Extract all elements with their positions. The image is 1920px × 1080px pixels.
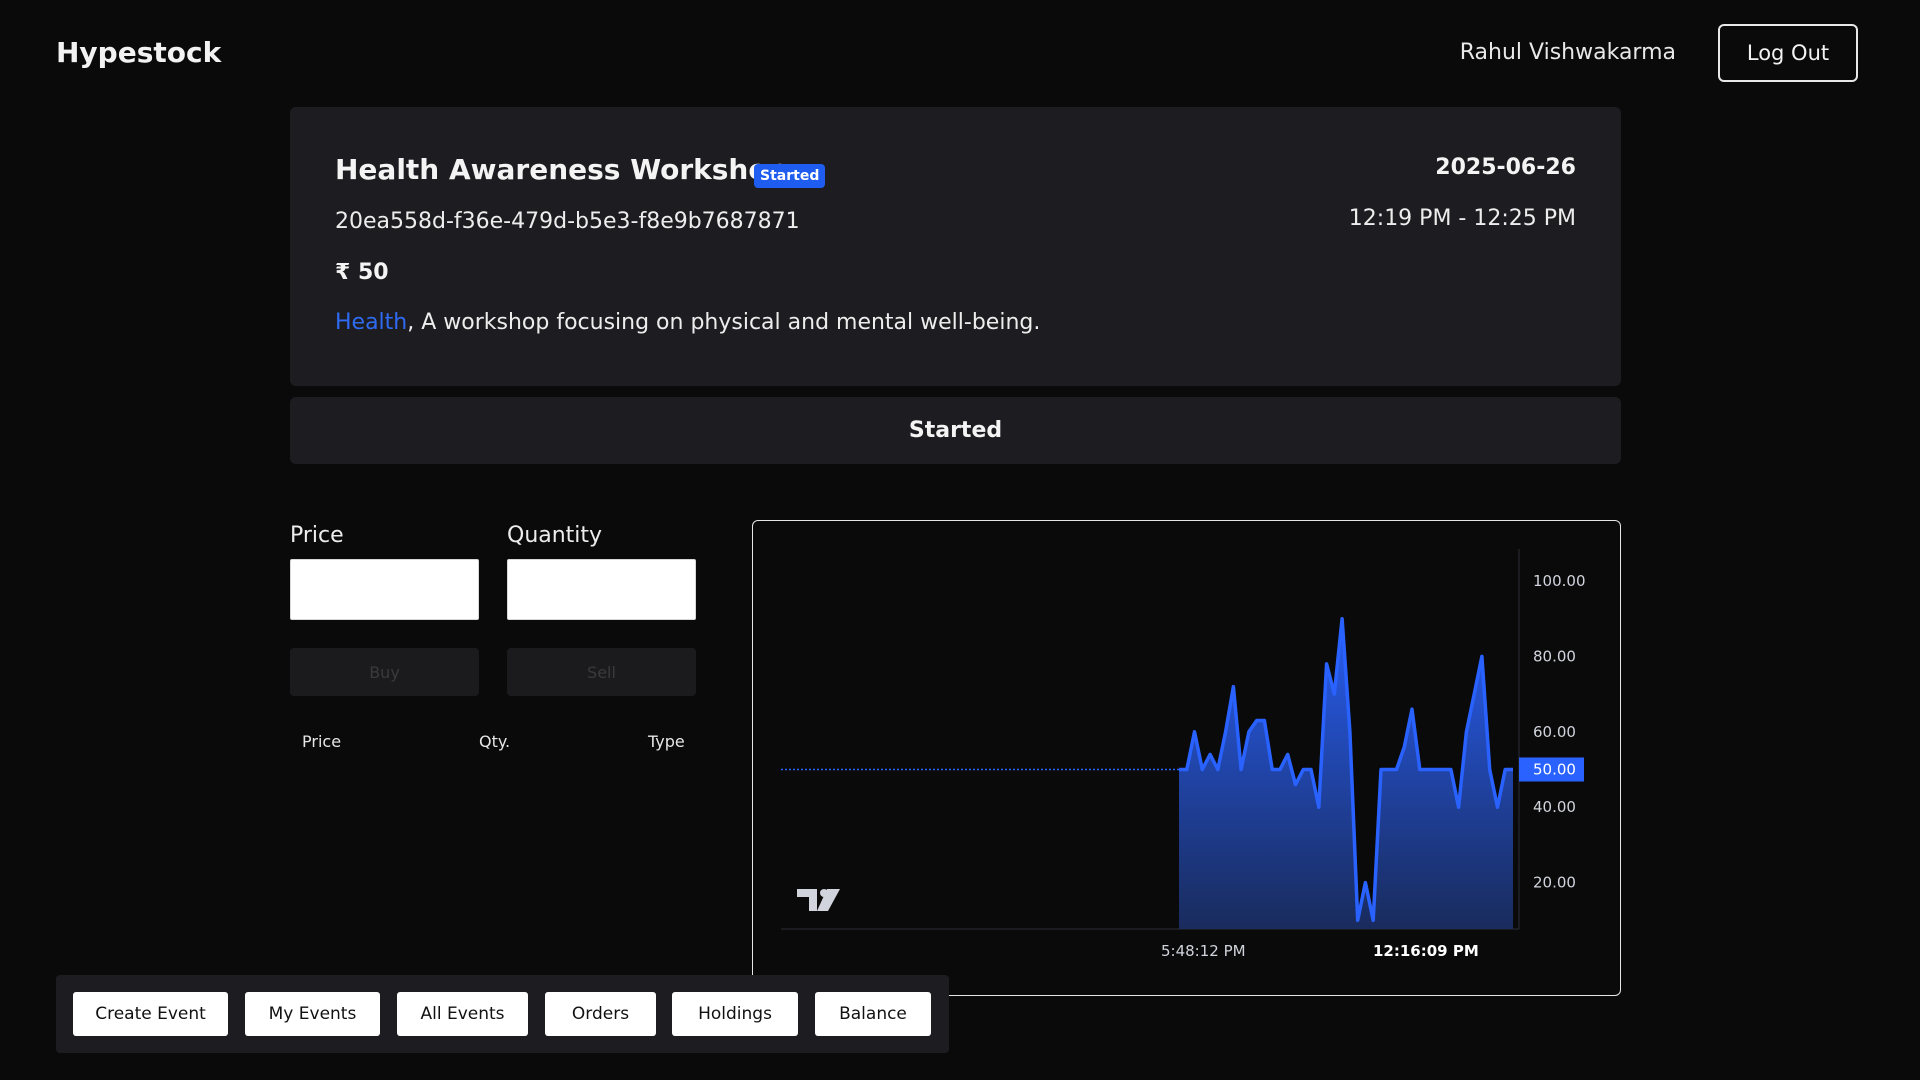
event-card: Health Awareness Workshop Started 2025-0… bbox=[290, 107, 1621, 386]
status-badge: Started bbox=[754, 164, 826, 188]
event-description: Health, A workshop focusing on physical … bbox=[335, 310, 1040, 335]
event-date: 2025-06-26 bbox=[1435, 155, 1576, 180]
quantity-label: Quantity bbox=[507, 523, 603, 548]
chart-y-tick-label: 20.00 bbox=[1533, 874, 1576, 892]
event-price: ₹ 50 bbox=[335, 260, 389, 285]
user-name: Rahul Vishwakarma bbox=[1459, 40, 1676, 65]
nav-orders-button[interactable]: Orders bbox=[545, 992, 656, 1036]
tradingview-logo-icon[interactable] bbox=[797, 889, 840, 911]
buy-button[interactable]: Buy bbox=[290, 648, 479, 696]
event-time-range: 12:19 PM - 12:25 PM bbox=[1348, 206, 1576, 231]
price-chart[interactable]: 100.00 80.00 60.00 40.00 20.00 50.00 5:48:12 P… bbox=[752, 520, 1621, 996]
quantity-input[interactable] bbox=[507, 559, 696, 620]
event-category-link[interactable]: Health bbox=[335, 310, 407, 335]
chart-y-tick-label: 80.00 bbox=[1533, 647, 1576, 665]
nav-holdings-button[interactable]: Holdings bbox=[672, 992, 798, 1036]
event-status-bar: Started bbox=[290, 397, 1621, 464]
price-chart-svg[interactable]: 100.00 80.00 60.00 40.00 20.00 50.00 5:48:12 P… bbox=[753, 521, 1621, 996]
chart-x-tick-label: 12:16:09 PM bbox=[1373, 942, 1479, 960]
event-description-text: , A workshop focusing on physical and me… bbox=[407, 310, 1041, 335]
price-input[interactable] bbox=[290, 559, 479, 620]
chart-y-tick-label: 100.00 bbox=[1533, 572, 1586, 590]
sell-button[interactable]: Sell bbox=[507, 648, 696, 696]
chart-x-tick-label: 5:48:12 PM bbox=[1161, 942, 1246, 960]
nav-create-event-button[interactable]: Create Event bbox=[73, 992, 228, 1036]
brand-logo[interactable]: Hypestock bbox=[56, 36, 221, 69]
order-table-header-qty: Qty. bbox=[479, 732, 511, 751]
order-table-header-type: Type bbox=[648, 732, 685, 751]
chart-y-tick-label: 60.00 bbox=[1533, 723, 1576, 741]
price-label: Price bbox=[290, 523, 344, 548]
event-title: Health Awareness Workshop bbox=[335, 153, 788, 186]
chart-current-value-label: 50.00 bbox=[1533, 761, 1576, 779]
event-id: 20ea558d-f36e-479d-b5e3-f8e9b7687871 bbox=[335, 209, 800, 234]
bottom-nav: Create Event My Events All Events Orders… bbox=[56, 975, 949, 1053]
chart-y-tick-label: 40.00 bbox=[1533, 798, 1576, 816]
order-table-header-price: Price bbox=[302, 732, 342, 751]
nav-all-events-button[interactable]: All Events bbox=[397, 992, 528, 1036]
logout-button[interactable]: Log Out bbox=[1718, 24, 1858, 82]
nav-balance-button[interactable]: Balance bbox=[815, 992, 931, 1036]
nav-my-events-button[interactable]: My Events bbox=[245, 992, 380, 1036]
